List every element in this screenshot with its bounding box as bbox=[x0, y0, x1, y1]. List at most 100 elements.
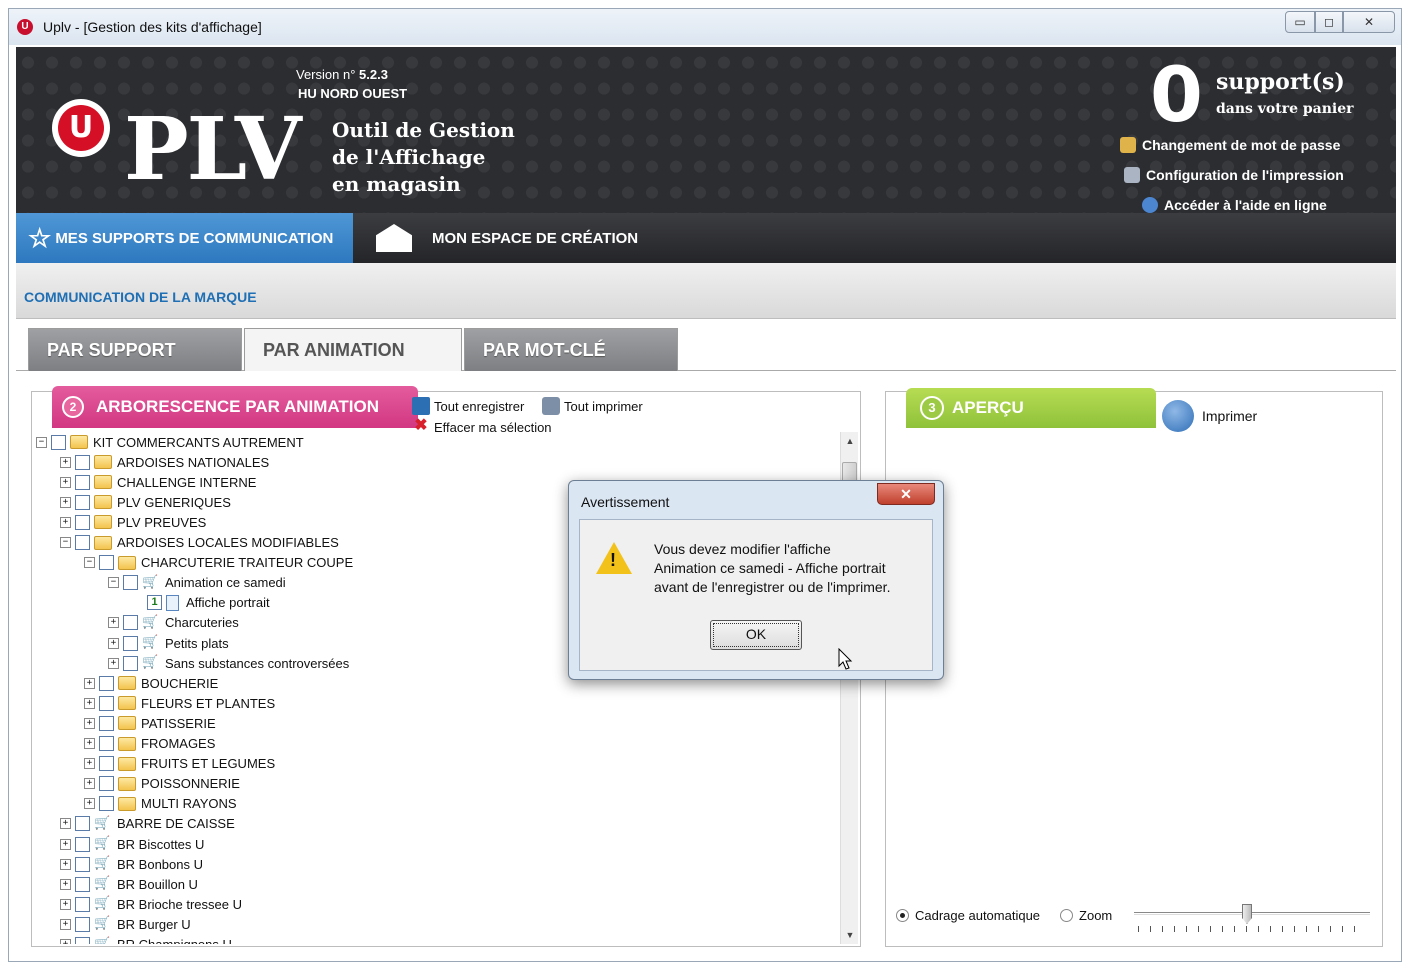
collapse-icon[interactable]: − bbox=[36, 436, 47, 448]
tree-node-label[interactable]: FROMAGES bbox=[141, 736, 215, 751]
scroll-up-icon[interactable]: ▲ bbox=[841, 432, 859, 450]
tree-node[interactable]: − KIT COMMERCANTS AUTREMENT bbox=[36, 432, 304, 452]
expand-icon[interactable]: + bbox=[60, 878, 71, 890]
tree-checkbox[interactable] bbox=[123, 615, 138, 631]
tree-node[interactable]: + 🛒 BR Bouillon U bbox=[60, 874, 198, 894]
tree-node[interactable]: + PLV PREUVES bbox=[60, 512, 206, 532]
tree-checkbox[interactable] bbox=[99, 715, 114, 731]
expand-icon[interactable]: + bbox=[60, 858, 71, 870]
expand-icon[interactable]: + bbox=[84, 778, 95, 790]
expand-icon[interactable]: + bbox=[60, 838, 71, 850]
dialog-close-button[interactable]: ✕ bbox=[877, 483, 935, 505]
tree-node[interactable]: + 🛒 BR Biscottes U bbox=[60, 834, 204, 854]
expand-icon[interactable]: + bbox=[108, 637, 119, 649]
tree-node-label[interactable]: BR Bouillon U bbox=[117, 877, 198, 892]
tree-node-label[interactable]: PLV GENERIQUES bbox=[117, 495, 231, 510]
tree-node[interactable]: + 🛒 Sans substances controversées bbox=[108, 653, 349, 673]
expand-icon[interactable]: + bbox=[108, 617, 119, 629]
tree-node-label[interactable]: POISSONNERIE bbox=[141, 776, 240, 791]
tree-checkbox[interactable] bbox=[99, 776, 114, 792]
tree-node-label[interactable]: PATISSERIE bbox=[141, 716, 216, 731]
expand-icon[interactable]: + bbox=[60, 939, 71, 944]
tree-node[interactable]: + MULTI RAYONS bbox=[84, 794, 237, 814]
online-help-link[interactable]: Accéder à l'aide en ligne bbox=[1142, 197, 1327, 213]
tree-node-label[interactable]: ARDOISES LOCALES MODIFIABLES bbox=[117, 535, 339, 550]
save-all-button[interactable]: Tout enregistrer bbox=[412, 397, 524, 415]
expand-icon[interactable]: + bbox=[60, 818, 71, 830]
tree-node[interactable]: + PLV GENERIQUES bbox=[60, 492, 231, 512]
tree-node-label[interactable]: Sans substances controversées bbox=[165, 656, 349, 671]
tree-node[interactable]: + PATISSERIE bbox=[84, 713, 216, 733]
tree-node-label[interactable]: KIT COMMERCANTS AUTREMENT bbox=[93, 435, 304, 450]
expand-icon[interactable]: + bbox=[84, 758, 95, 770]
tree-node-label[interactable]: CHARCUTERIE TRAITEUR COUPE bbox=[141, 555, 353, 570]
tree-node[interactable]: + FROMAGES bbox=[84, 734, 215, 754]
tree-node[interactable]: + FLEURS ET PLANTES bbox=[84, 693, 275, 713]
tree-node-label[interactable]: BR Burger U bbox=[117, 917, 191, 932]
tab-espace-creation[interactable]: MON ESPACE DE CRÉATION bbox=[376, 213, 638, 263]
tree-node-label[interactable]: Charcuteries bbox=[165, 615, 239, 630]
tree-checkbox[interactable] bbox=[75, 816, 90, 832]
zoom-radio[interactable] bbox=[1060, 909, 1074, 922]
tree-node[interactable]: + 🛒 BR Bonbons U bbox=[60, 854, 203, 874]
tree-checkbox[interactable] bbox=[99, 796, 114, 812]
tree-node[interactable]: 1 Affiche portrait bbox=[132, 593, 270, 613]
tree-checkbox[interactable]: 1 bbox=[147, 595, 162, 611]
tab-par-support[interactable]: PAR SUPPORT bbox=[28, 328, 242, 371]
expand-icon[interactable]: + bbox=[84, 677, 95, 689]
expand-icon[interactable]: + bbox=[60, 516, 71, 528]
tree-node[interactable]: − 🛒 Animation ce samedi bbox=[108, 573, 286, 593]
scroll-down-icon[interactable]: ▼ bbox=[841, 926, 859, 944]
tree-node-label[interactable]: BOUCHERIE bbox=[141, 676, 218, 691]
tab-par-animation[interactable]: PAR ANIMATION bbox=[244, 328, 462, 371]
tree-node[interactable]: + 🛒 BR Champignons U bbox=[60, 935, 232, 944]
tree-node-label[interactable]: FLEURS ET PLANTES bbox=[141, 696, 275, 711]
expand-icon[interactable]: + bbox=[60, 918, 71, 930]
collapse-icon[interactable]: − bbox=[60, 537, 71, 548]
tree-node-label[interactable]: MULTI RAYONS bbox=[141, 796, 237, 811]
tree-checkbox[interactable] bbox=[123, 575, 138, 591]
tree-node-label[interactable]: PLV PREUVES bbox=[117, 515, 206, 530]
minimize-button[interactable]: ▭ bbox=[1285, 11, 1315, 33]
tree-checkbox[interactable] bbox=[99, 736, 114, 751]
tree-node-label[interactable]: Petits plats bbox=[165, 636, 229, 651]
expand-icon[interactable]: + bbox=[84, 717, 95, 729]
tree-checkbox[interactable] bbox=[99, 695, 114, 711]
tree-checkbox[interactable] bbox=[75, 474, 90, 490]
tree-node-label[interactable]: ARDOISES NATIONALES bbox=[117, 455, 269, 470]
tree-node-label[interactable]: BR Bonbons U bbox=[117, 857, 203, 872]
expand-icon[interactable]: + bbox=[108, 657, 119, 669]
collapse-icon[interactable]: − bbox=[84, 557, 95, 569]
collapse-icon[interactable]: − bbox=[108, 577, 119, 589]
tree-node[interactable]: + ARDOISES NATIONALES bbox=[60, 452, 269, 472]
tree-checkbox[interactable] bbox=[99, 555, 114, 571]
tab-mes-supports[interactable]: ☆ MES SUPPORTS DE COMMUNICATION bbox=[16, 213, 353, 273]
tree-checkbox[interactable] bbox=[75, 896, 90, 912]
tree-node-label[interactable]: BR Biscottes U bbox=[117, 837, 204, 852]
section-title[interactable]: COMMUNICATION DE LA MARQUE bbox=[24, 289, 257, 305]
print-button[interactable]: Imprimer bbox=[1162, 400, 1257, 432]
expand-icon[interactable]: + bbox=[60, 456, 71, 468]
tree-node-label[interactable]: Affiche portrait bbox=[186, 595, 270, 610]
tree-checkbox[interactable] bbox=[99, 756, 114, 772]
zoom-slider[interactable] bbox=[1134, 904, 1370, 934]
tab-par-mot-cle[interactable]: PAR MOT-CLÉ bbox=[464, 328, 678, 371]
tree-checkbox[interactable] bbox=[75, 494, 90, 510]
tree-checkbox[interactable] bbox=[123, 655, 138, 671]
maximize-button[interactable]: ◻ bbox=[1315, 11, 1343, 33]
expand-icon[interactable]: + bbox=[84, 697, 95, 709]
tree-checkbox[interactable] bbox=[51, 434, 66, 450]
auto-fit-label[interactable]: Cadrage automatique bbox=[915, 908, 1040, 923]
print-all-button[interactable]: Tout imprimer bbox=[542, 397, 643, 415]
tree-node-label[interactable]: FRUITS ET LEGUMES bbox=[141, 756, 275, 771]
expand-icon[interactable]: + bbox=[60, 476, 71, 488]
tree-node[interactable]: + 🛒 Petits plats bbox=[108, 633, 229, 653]
tree-checkbox[interactable] bbox=[99, 675, 114, 691]
expand-icon[interactable]: + bbox=[60, 898, 71, 910]
zoom-label[interactable]: Zoom bbox=[1079, 908, 1112, 923]
tree-checkbox[interactable] bbox=[75, 514, 90, 530]
tree-checkbox[interactable] bbox=[75, 876, 90, 892]
slider-knob[interactable] bbox=[1242, 904, 1252, 924]
tree-checkbox[interactable] bbox=[75, 454, 90, 470]
tree-checkbox[interactable] bbox=[75, 535, 90, 550]
